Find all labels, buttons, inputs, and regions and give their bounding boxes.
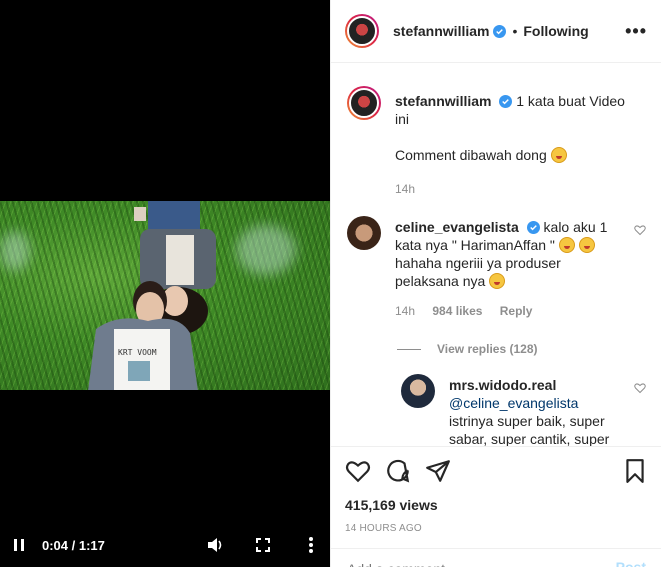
video-controls: 0:04 / 1:17 xyxy=(0,523,330,567)
avatar[interactable] xyxy=(347,86,381,120)
post-date[interactable]: 14 HOURS AGO xyxy=(345,523,648,534)
reply-item: mrs.widodo.real @celine_evangelista istr… xyxy=(401,374,646,446)
verified-icon xyxy=(499,95,513,108)
shirt-print: KRT VOOM xyxy=(118,348,157,357)
reply-button[interactable]: Reply xyxy=(500,304,533,318)
video-frame[interactable]: KRT VOOM xyxy=(0,201,330,390)
avatar[interactable] xyxy=(347,216,381,250)
verified-icon xyxy=(493,24,507,38)
caption: stefannwilliam 1 kata buat Video ini Com… xyxy=(347,86,646,198)
comment-username[interactable]: celine_evangelista xyxy=(395,219,519,235)
comment-time: 14h xyxy=(395,304,416,318)
comment-text: kalo aku 1 xyxy=(543,219,608,235)
like-reply-heart-icon[interactable] xyxy=(634,382,646,394)
post-side-panel: stefannwilliam • Following ••• stefannwi… xyxy=(330,0,661,567)
verified-icon xyxy=(526,221,540,234)
more-options-icon[interactable]: ••• xyxy=(625,21,647,42)
video-player[interactable]: KRT VOOM 0:04 / 1:17 xyxy=(0,0,330,567)
reply-username[interactable]: mrs.widodo.real xyxy=(449,376,639,394)
like-heart-icon[interactable] xyxy=(345,458,371,484)
bookmark-icon[interactable] xyxy=(622,458,648,484)
comment-item: celine_evangelista kalo aku 1 kata nya "… xyxy=(347,216,646,320)
comment-input[interactable] xyxy=(347,559,616,567)
post-header: stefannwilliam • Following ••• xyxy=(331,0,661,63)
comment-likes[interactable]: 984 likes xyxy=(432,304,482,318)
comment-text: hahaha ngeriii ya produser xyxy=(395,255,561,271)
fullscreen-icon[interactable] xyxy=(254,536,272,554)
view-replies-label: View replies (128) xyxy=(437,342,538,356)
comments-list[interactable]: stefannwilliam 1 kata buat Video ini Com… xyxy=(331,64,661,446)
view-count[interactable]: 415,169 views xyxy=(345,497,648,513)
post-actions: 415,169 views 14 HOURS AGO xyxy=(331,446,661,534)
tongue-emoji-icon xyxy=(558,237,575,253)
pause-icon[interactable] xyxy=(10,536,28,554)
light-flare xyxy=(236,225,296,275)
post-button[interactable]: Post xyxy=(616,559,646,567)
caption-username[interactable]: stefannwilliam xyxy=(395,93,491,109)
like-comment-heart-icon[interactable] xyxy=(634,224,646,236)
separator-dot: • xyxy=(512,23,518,39)
add-comment-bar: Post xyxy=(331,548,661,567)
caption-time: 14h xyxy=(395,182,416,196)
caption-text: Comment dibawah dong xyxy=(395,147,547,163)
header-username[interactable]: stefannwilliam xyxy=(393,23,489,39)
laughing-emoji-icon xyxy=(578,237,595,253)
reply-text: istrinya super baik, super xyxy=(449,413,605,429)
comment-icon[interactable] xyxy=(385,458,411,484)
tongue-emoji-icon xyxy=(550,147,567,163)
man-figure: KRT VOOM xyxy=(88,281,198,390)
share-icon[interactable] xyxy=(425,458,451,484)
light-flare xyxy=(0,231,30,271)
more-vertical-icon[interactable] xyxy=(302,536,320,554)
avatar[interactable] xyxy=(401,374,435,408)
mention-link[interactable]: @celine_evangelista xyxy=(449,394,639,412)
caption-text: ini xyxy=(395,111,410,127)
divider xyxy=(397,348,421,350)
grinning-emoji-icon xyxy=(489,273,506,289)
volume-icon[interactable] xyxy=(206,536,224,554)
avatar[interactable] xyxy=(345,14,379,48)
video-time: 0:04 / 1:17 xyxy=(42,537,105,553)
comment-text: kata nya " HarimanAffan " xyxy=(395,237,555,253)
reply-text: sabar, super cantik, super xyxy=(449,431,610,446)
comment-text: pelaksana nya xyxy=(395,273,486,289)
following-button[interactable]: Following xyxy=(523,23,588,39)
view-replies-button[interactable]: View replies (128) xyxy=(397,342,646,356)
caption-text: 1 kata buat Video xyxy=(516,93,625,109)
